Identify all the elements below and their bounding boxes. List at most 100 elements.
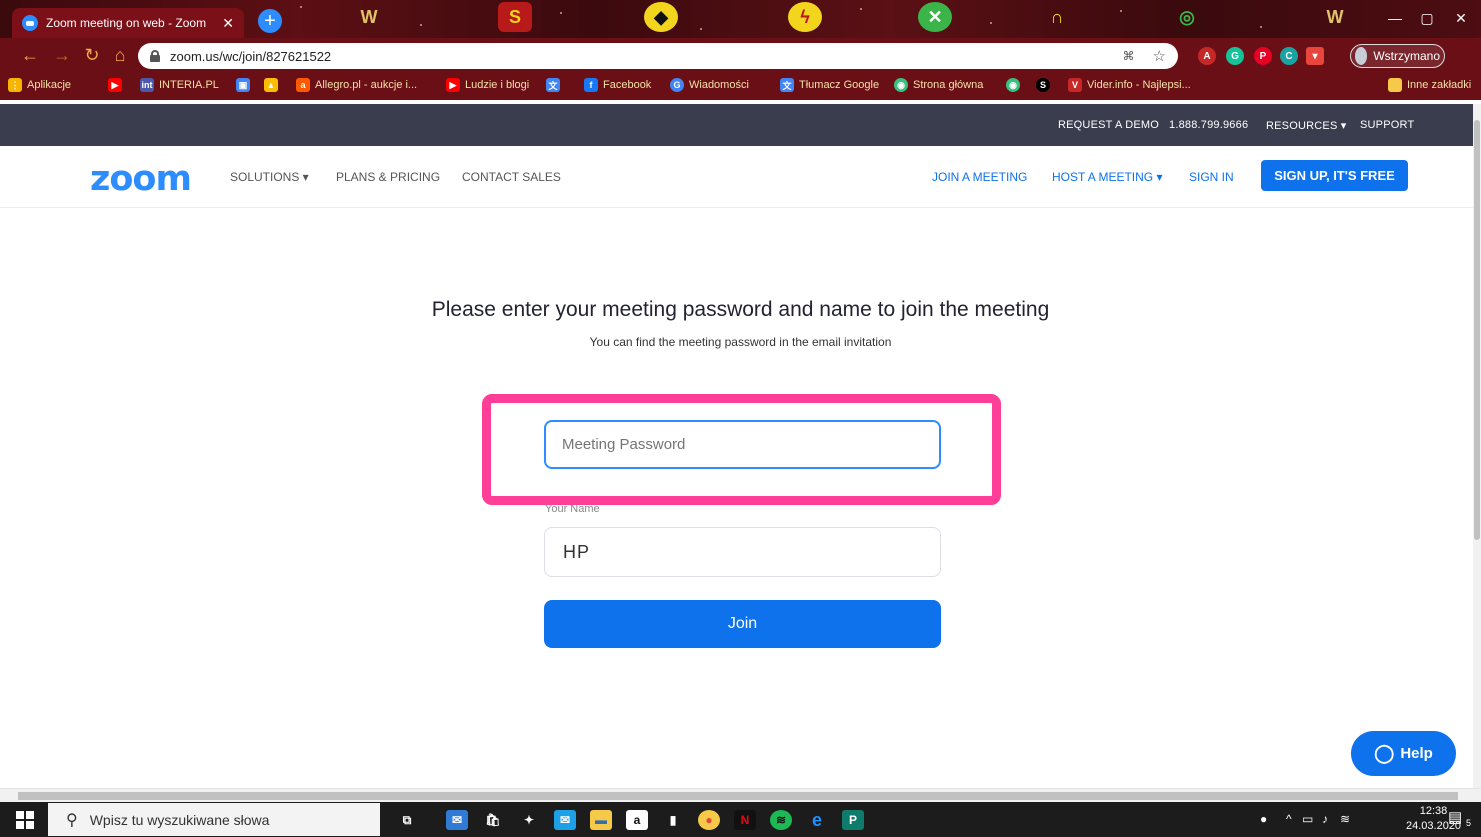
minimize-button[interactable]: — bbox=[1380, 6, 1410, 30]
zoom-utility-bar: REQUEST A DEMO 1.888.799.9666 RESOURCES … bbox=[0, 104, 1473, 146]
bookmark-item[interactable]: ◉ bbox=[1006, 78, 1020, 92]
zoom-logo[interactable]: zoom bbox=[90, 159, 192, 199]
file-explorer-icon[interactable]: ▬ bbox=[590, 810, 612, 830]
help-button[interactable]: ◯ Help bbox=[1351, 731, 1456, 776]
bookmark-item[interactable]: ▲ bbox=[264, 78, 278, 92]
chevron-up-icon[interactable]: ^ bbox=[1286, 812, 1292, 826]
store-icon[interactable]: 🛍 bbox=[482, 810, 504, 830]
horizontal-scrollbar-thumb[interactable] bbox=[18, 792, 1458, 800]
contact-sales-link[interactable]: CONTACT SALES bbox=[462, 170, 561, 184]
bookmark-item[interactable]: int INTERIA.PL bbox=[140, 78, 219, 92]
wonder-woman-logo-icon: W bbox=[360, 6, 378, 27]
address-bar[interactable]: zoom.us/wc/join/827621522 ⌘ ☆ bbox=[138, 43, 1178, 69]
bookmark-star-icon[interactable]: ☆ bbox=[1153, 47, 1166, 65]
volume-icon[interactable]: ♪ bbox=[1322, 812, 1328, 826]
back-arrow-icon[interactable]: ← bbox=[18, 43, 42, 67]
spotify-icon[interactable]: ≋ bbox=[770, 810, 792, 830]
task-view-icon[interactable]: ⧉ bbox=[396, 810, 418, 830]
sign-in-link[interactable]: SIGN IN bbox=[1189, 170, 1234, 184]
search-icon: ⚲ bbox=[66, 811, 78, 829]
google-icon: G bbox=[670, 78, 684, 92]
site-icon: S bbox=[1036, 78, 1050, 92]
forward-arrow-icon[interactable]: → bbox=[50, 43, 74, 67]
bookmarks-bar: ⋮ Aplikacje ▶ int INTERIA.PL ▣ ▲ a Allegro.… bbox=[0, 72, 1481, 100]
extension-icon[interactable]: C bbox=[1280, 47, 1298, 65]
profile-label: Wstrzymano bbox=[1373, 49, 1440, 63]
avatar bbox=[1355, 47, 1368, 65]
resources-dropdown[interactable]: RESOURCES ▾ bbox=[1266, 119, 1346, 132]
windows-start-icon[interactable] bbox=[16, 811, 34, 829]
phone-number-link[interactable]: 1.888.799.9666 bbox=[1169, 119, 1248, 131]
reload-icon[interactable]: ↻ bbox=[80, 43, 104, 67]
pocket-extension-icon[interactable]: ▾ bbox=[1306, 47, 1324, 65]
lock-icon bbox=[150, 50, 160, 62]
interia-icon: int bbox=[140, 78, 154, 92]
bookmark-item[interactable]: ◉ Strona główna bbox=[894, 78, 983, 92]
bookmark-item[interactable]: ▣ bbox=[236, 78, 250, 92]
other-bookmarks[interactable]: Inne zakładki bbox=[1388, 78, 1471, 92]
bookmark-item[interactable]: G Wiadomości bbox=[670, 78, 749, 92]
bookmark-item[interactable]: ▶ bbox=[108, 78, 122, 92]
chat-bubble-icon: ◯ bbox=[1374, 743, 1395, 763]
search-placeholder: Wpisz tu wyszukiwane słowa bbox=[89, 811, 270, 828]
plans-pricing-link[interactable]: PLANS & PRICING bbox=[336, 170, 440, 184]
new-tab-button[interactable]: + bbox=[258, 9, 282, 33]
join-button[interactable]: Join bbox=[544, 600, 941, 648]
your-name-input[interactable]: HP bbox=[544, 527, 941, 577]
mail-app-icon[interactable]: ✉ bbox=[446, 810, 468, 830]
bookmark-item[interactable]: f Facebook bbox=[584, 78, 651, 92]
amazon-icon[interactable]: a bbox=[626, 810, 648, 830]
tab-close-icon[interactable]: ✕ bbox=[222, 15, 234, 32]
bookmark-item[interactable]: 文 bbox=[546, 78, 560, 92]
pinterest-extension-icon[interactable]: P bbox=[1254, 47, 1272, 65]
netflix-icon[interactable]: N bbox=[734, 810, 756, 830]
bookmark-item[interactable]: ▶ Ludzie i blogi bbox=[446, 78, 529, 92]
bookmark-item[interactable]: ⋮ Aplikacje bbox=[8, 78, 71, 92]
mail-icon[interactable]: ✉ bbox=[554, 810, 576, 830]
dropbox-icon[interactable]: ✦ bbox=[518, 810, 540, 830]
bookmark-item[interactable]: V Vider.info - Najlepsi... bbox=[1068, 78, 1191, 92]
host-meeting-dropdown[interactable]: HOST A MEETING ▾ bbox=[1052, 170, 1163, 184]
request-demo-link[interactable]: REQUEST A DEMO bbox=[1058, 119, 1159, 131]
wifi-icon[interactable]: ≋ bbox=[1340, 812, 1350, 826]
close-window-button[interactable]: ✕ bbox=[1446, 6, 1476, 30]
browser-toolbar: ← → ↻ ⌂ zoom.us/wc/join/827621522 ⌘ ☆ A … bbox=[0, 38, 1481, 72]
wonder-woman-logo-icon: W bbox=[1326, 6, 1344, 27]
vider-icon: V bbox=[1068, 78, 1082, 92]
youtube-icon: ▶ bbox=[108, 78, 122, 92]
support-link[interactable]: SUPPORT bbox=[1360, 119, 1414, 131]
notifications-icon[interactable]: ▤ bbox=[1448, 808, 1462, 826]
translate-icon[interactable]: ⌘ bbox=[1123, 49, 1135, 63]
help-label: Help bbox=[1400, 745, 1433, 762]
bookmark-item[interactable]: 文 Tłumacz Google bbox=[780, 78, 879, 92]
profile-button[interactable]: Wstrzymano bbox=[1350, 44, 1445, 68]
join-meeting-link[interactable]: JOIN A MEETING bbox=[932, 170, 1027, 184]
vertical-scrollbar-thumb[interactable] bbox=[1474, 120, 1480, 540]
file-icon[interactable]: ▮ bbox=[662, 810, 684, 830]
edge-icon[interactable]: e bbox=[806, 810, 828, 830]
facebook-icon: f bbox=[584, 78, 598, 92]
bookmark-item[interactable]: a Allegro.pl - aukcje i... bbox=[296, 78, 417, 92]
superman-logo-icon: S bbox=[498, 2, 532, 32]
home-icon[interactable]: ⌂ bbox=[108, 43, 132, 67]
google-drive-icon: ▲ bbox=[264, 78, 278, 92]
browser-tab[interactable]: Zoom meeting on web - Zoom ✕ bbox=[12, 8, 244, 38]
adblock-extension-icon[interactable]: A bbox=[1198, 47, 1216, 65]
aquaman-logo-icon: ✕ bbox=[918, 2, 952, 32]
taskbar-search-box[interactable]: ⚲ Wpisz tu wyszukiwane słowa bbox=[48, 803, 380, 836]
grammarly-extension-icon[interactable]: G bbox=[1226, 47, 1244, 65]
batman-logo-icon: ◆ bbox=[644, 2, 678, 32]
publisher-icon[interactable]: P bbox=[842, 810, 864, 830]
solutions-dropdown[interactable]: SOLUTIONS ▾ bbox=[230, 170, 309, 184]
tab-title: Zoom meeting on web - Zoom bbox=[46, 16, 207, 30]
battery-icon[interactable]: ▭ bbox=[1302, 812, 1313, 826]
flash-logo-icon: ϟ bbox=[788, 2, 822, 32]
app-tray-icon[interactable]: ● bbox=[1260, 812, 1267, 826]
apps-icon: ⋮ bbox=[8, 78, 22, 92]
meeting-password-input[interactable] bbox=[544, 420, 941, 469]
sign-up-button[interactable]: SIGN UP, IT'S FREE bbox=[1261, 160, 1408, 191]
chrome-icon[interactable]: ● bbox=[698, 810, 720, 830]
maximize-button[interactable]: ▢ bbox=[1412, 6, 1442, 30]
bookmark-item[interactable]: S bbox=[1036, 78, 1050, 92]
green-lantern-logo-icon: ◎ bbox=[1179, 6, 1195, 27]
